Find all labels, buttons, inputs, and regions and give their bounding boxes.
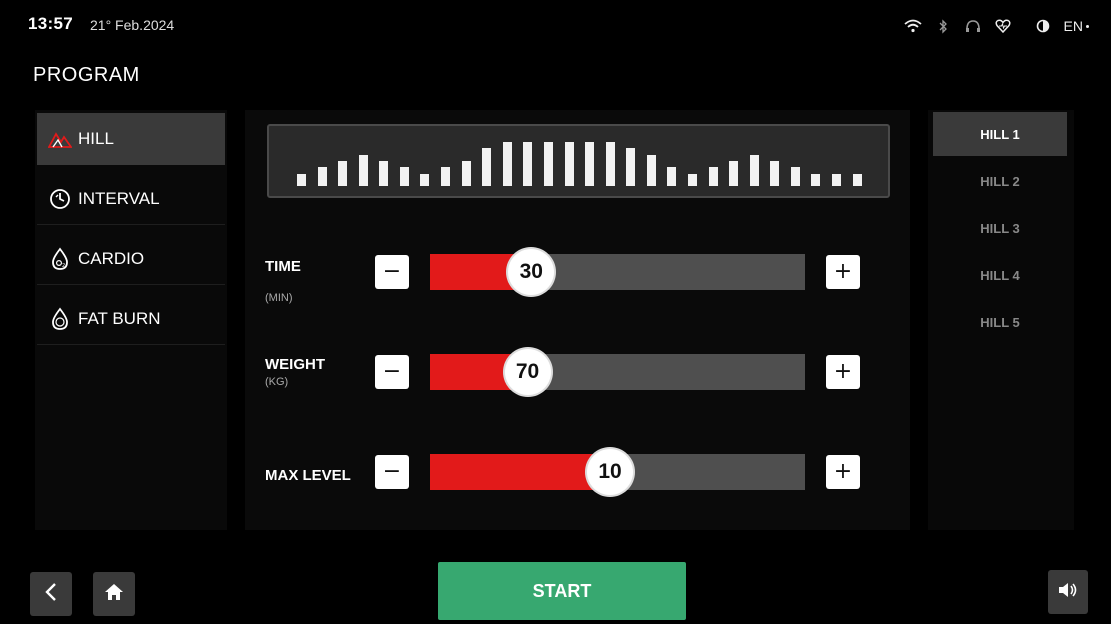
profile-bar [790,167,800,186]
weight-decrease-button[interactable]: − [375,355,409,389]
heart-icon[interactable] [988,16,1018,36]
fat-drop-icon [47,307,73,331]
plus-icon: + [833,459,853,484]
clock-date: 21° Feb.2024 [90,17,175,33]
profile-bar [564,142,574,186]
profile-bar [502,142,512,186]
profile-bar [832,173,842,186]
hill-profile-chart [267,124,890,198]
profile-bar [543,142,553,186]
max-level-decrease-button[interactable]: − [375,455,409,489]
max-level-slider-knob[interactable]: 10 [587,449,633,495]
sub-program-hill-2[interactable]: HILL 2 [933,159,1067,203]
profile-bar [399,167,409,186]
language-selector[interactable]: EN [1064,18,1089,34]
time-slider[interactable]: 30 [430,249,805,295]
profile-bars [297,136,862,186]
o2-drop-icon: 2 [47,247,73,271]
stopwatch-icon [47,187,73,211]
profile-bar [749,154,759,186]
plus-icon: + [833,359,853,384]
program-item-interval[interactable]: INTERVAL [37,173,225,225]
profile-bar [687,173,697,186]
weight-slider[interactable]: 70 [430,349,805,395]
plus-icon: + [833,259,853,284]
program-item-fat-burn[interactable]: FAT BURN [37,293,225,345]
svg-text:2: 2 [62,263,65,269]
sub-program-hill-1[interactable]: HILL 1 [933,112,1067,156]
profile-bar [605,142,615,186]
status-bar: 13:57 21° Feb.2024 EN [28,14,1089,44]
volume-icon [1057,581,1079,604]
program-label: INTERVAL [78,188,160,208]
time-label: TIME [265,258,301,275]
profile-bar [646,154,656,186]
page-title: PROGRAM [33,64,140,86]
profile-bar [338,161,348,186]
bluetooth-icon[interactable] [928,16,958,36]
max-level-control: MAX LEVEL − 10 + [265,449,865,495]
profile-bar [626,148,636,186]
program-label: FAT BURN [78,308,161,328]
language-label: EN [1063,18,1083,34]
profile-bar [667,167,677,186]
start-button[interactable]: START [438,562,686,620]
volume-button[interactable] [1048,570,1088,614]
program-label: HILL [78,129,114,148]
clock-time: 13:57 [28,14,73,33]
profile-bar [461,161,471,186]
max-level-slider-fill [430,454,610,490]
profile-bar [297,173,306,186]
profile-bar [441,167,451,186]
weight-label: WEIGHT [265,356,325,373]
profile-bar [729,161,739,186]
profile-bar [770,161,780,186]
back-icon [44,582,58,607]
profile-bar [811,173,821,186]
weight-increase-button[interactable]: + [826,355,860,389]
back-button[interactable] [30,572,72,616]
status-icons: EN [898,16,1089,36]
profile-bar [852,173,862,186]
weight-slider-knob[interactable]: 70 [504,349,551,395]
profile-bar [585,142,595,186]
time-control: TIME (MIN) − 30 + [265,249,865,304]
chevron-down-icon [1086,24,1089,28]
home-icon [104,583,124,606]
profile-bar [317,167,327,186]
wifi-icon[interactable] [898,16,928,36]
mountain-icon [47,127,73,151]
max-level-slider[interactable]: 10 [430,449,805,495]
profile-bar [420,173,430,186]
sub-program-hill-3[interactable]: HILL 3 [933,206,1067,250]
program-list: HILL INTERVAL 2 CARDIO FAT BURN [35,110,227,530]
max-level-label: MAX LEVEL [265,467,351,484]
max-level-increase-button[interactable]: + [826,455,860,489]
time-unit: (MIN) [265,292,293,304]
profile-bar [523,142,533,186]
brightness-icon[interactable] [1028,16,1058,36]
home-button[interactable] [93,572,135,616]
sub-program-hill-5[interactable]: HILL 5 [933,300,1067,344]
profile-bar [708,167,718,186]
profile-bar [379,161,389,186]
sub-program-list: HILL 1 HILL 2 HILL 3 HILL 4 HILL 5 [928,110,1074,530]
sub-program-hill-4[interactable]: HILL 4 [933,253,1067,297]
time-increase-button[interactable]: + [826,255,860,289]
weight-unit: (KG) [265,376,289,388]
program-label: CARDIO [78,248,145,268]
program-item-hill[interactable]: HILL [37,113,225,165]
program-settings-panel: TIME (MIN) − 30 + WEIGHT (KG) − 70 + MAX… [245,110,910,530]
minus-icon: − [382,259,402,284]
weight-control: WEIGHT (KG) − 70 + [265,349,865,395]
profile-bar [482,148,492,186]
time-decrease-button[interactable]: − [375,255,409,289]
profile-bar [358,154,368,186]
headphones-icon[interactable] [958,16,988,36]
time-slider-knob[interactable]: 30 [508,249,555,295]
minus-icon: − [382,359,402,384]
program-item-cardio[interactable]: 2 CARDIO [37,233,225,285]
minus-icon: − [382,459,402,484]
